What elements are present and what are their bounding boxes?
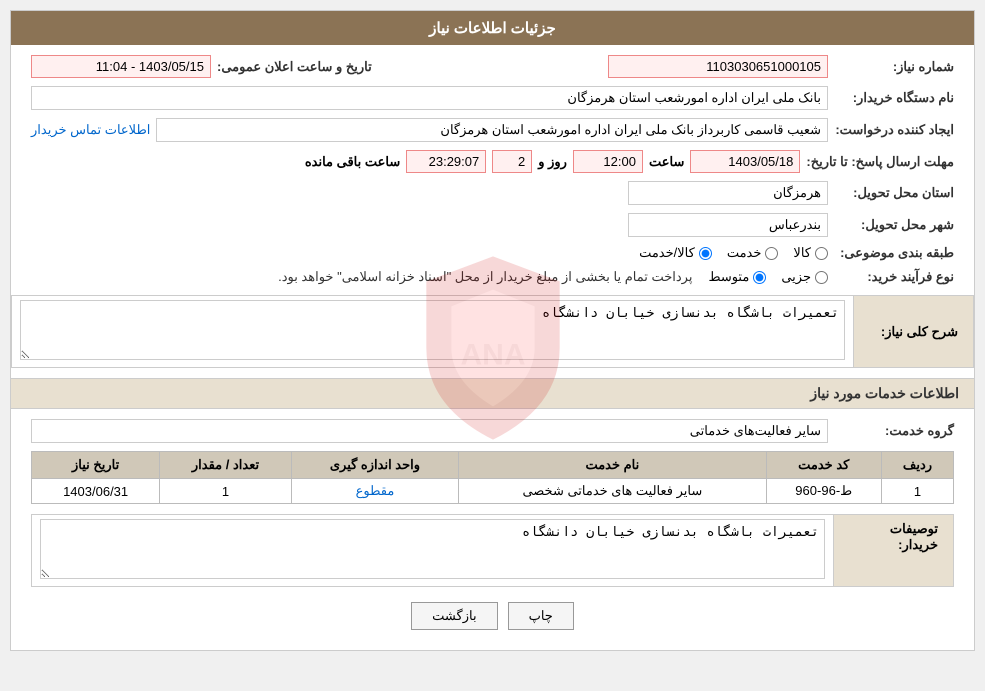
sharh-table: شرح کلی نیاز: (11, 295, 974, 368)
ijad-konande-label: ایجاد کننده درخواست: (834, 122, 954, 138)
cell-vahed: مقطوع (291, 479, 458, 504)
tarikh-value: 1403/05/15 - 11:04 (31, 55, 211, 78)
goroh-khadamat-value: سایر فعالیت‌های خدماتی (31, 419, 828, 443)
main-box: جزئیات اطلاعات نیاز ANA شماره نیاز: 1103… (10, 10, 975, 651)
sharh-label: شرح کلی نیاز: (854, 296, 974, 368)
table-header: ردیف کد خدمت نام خدمت واحد اندازه گیری ت… (32, 452, 954, 479)
ostan-value: هرمزگان (628, 181, 828, 205)
radio-motavaset-input[interactable] (753, 271, 766, 284)
col-radif: ردیف (881, 452, 953, 479)
ettela-link[interactable]: اطلاعات تماس خریدار (31, 122, 150, 138)
radio-kala-khadamat: کالا/خدمت (639, 245, 712, 261)
page-title: جزئیات اطلاعات نیاز (429, 20, 556, 37)
shomare-niaz-label: شماره نیاز: (834, 59, 954, 75)
row-shahr: شهر محل تحویل: بندرعباس (31, 213, 954, 237)
sharh-section: شرح کلی نیاز: (11, 295, 974, 368)
row-nam-dastgah: نام دستگاه خریدار: بانک ملی ایران اداره … (31, 86, 954, 110)
radio-jozi-label: جزیی (781, 269, 811, 285)
tosaif-textarea[interactable] (40, 519, 825, 579)
page-container: جزئیات اطلاعات نیاز ANA شماره نیاز: 1103… (0, 0, 985, 691)
row-goroh-khadamat: گروه خدمت: سایر فعالیت‌های خدماتی (31, 419, 954, 443)
radio-motavaset-label: متوسط (708, 269, 749, 285)
mohlat-label: مهلت ارسال پاسخ: تا تاریخ: (806, 154, 954, 170)
col-tedad: تعداد / مقدار (160, 452, 292, 479)
nam-dastgah-value: بانک ملی ایران اداره امورشعب استان هرمزگ… (31, 86, 828, 110)
button-row: چاپ بازگشت (31, 602, 954, 630)
shahr-value: بندرعباس (628, 213, 828, 237)
tosaif-section: توصیفات خریدار: (31, 514, 954, 587)
col-kod: کد خدمت (766, 452, 881, 479)
radio-kala-khadamat-label: کالا/خدمت (639, 245, 695, 261)
sharh-row: شرح کلی نیاز: (12, 296, 974, 368)
radio-khadamat: خدمت (727, 245, 779, 261)
tabaghe-radio-group: کالا خدمت کالا/خدمت (639, 245, 828, 261)
radio-kala-khadamat-input[interactable] (699, 247, 712, 260)
sharh-textarea[interactable] (20, 300, 845, 360)
sharh-value-cell (12, 296, 854, 368)
radio-kala-input[interactable] (815, 247, 828, 260)
row-ijad-konande: ایجاد کننده درخواست: شعیب قاسمی کاربرداز… (31, 118, 954, 142)
cell-tedad: 1 (160, 479, 292, 504)
noe-farayand-note: پرداخت تمام یا بخشی از مبلغ خریدار از مح… (278, 269, 692, 285)
page-header: جزئیات اطلاعات نیاز (11, 11, 974, 45)
noe-farayand-radio-group: جزیی متوسط (708, 269, 828, 285)
cell-nam: سایر فعالیت های خدماتی شخصی (459, 479, 766, 504)
print-button[interactable]: چاپ (508, 602, 574, 630)
tosaif-label: توصیفات خریدار: (834, 515, 954, 587)
nam-dastgah-label: نام دستگاه خریدار: (834, 90, 954, 106)
radio-kala-label: کالا (793, 245, 811, 261)
cell-kod: ط-96-960 (766, 479, 881, 504)
mohlat-baghi-label: ساعت باقی مانده (305, 154, 400, 170)
radio-khadamat-input[interactable] (765, 247, 778, 260)
shomare-niaz-value: 1103030651000105 (608, 55, 828, 78)
row-shomare-tarikh: شماره نیاز: 1103030651000105 تاریخ و ساع… (31, 55, 954, 78)
shahr-label: شهر محل تحویل: (834, 217, 954, 233)
mohlat-saat-label: ساعت (649, 154, 684, 170)
cell-radif: 1 (881, 479, 953, 504)
khadamat-header: اطلاعات خدمات مورد نیاز (11, 378, 974, 409)
mohlat-saat-value: 12:00 (573, 150, 643, 173)
row-noe-farayand: نوع فرآیند خرید: جزیی متوسط پرداخت تمام … (31, 269, 954, 285)
ijad-konande-value: شعیب قاسمی کاربرداز بانک ملی ایران اداره… (156, 118, 828, 142)
services-table: ردیف کد خدمت نام خدمت واحد اندازه گیری ت… (31, 451, 954, 504)
cell-tarikh: 1403/06/31 (32, 479, 160, 504)
table-header-row: ردیف کد خدمت نام خدمت واحد اندازه گیری ت… (32, 452, 954, 479)
mohlat-date: 1403/05/18 (690, 150, 800, 173)
radio-jozi: جزیی (781, 269, 828, 285)
col-tarikh: تاریخ نیاز (32, 452, 160, 479)
mohlat-roz-label: روز و (538, 154, 567, 170)
radio-motavaset: متوسط (708, 269, 766, 285)
radio-kala: کالا (793, 245, 828, 261)
radio-khadamat-label: خدمت (727, 245, 762, 261)
table-body: 1 ط-96-960 سایر فعالیت های خدماتی شخصی م… (32, 479, 954, 504)
col-vahed: واحد اندازه گیری (291, 452, 458, 479)
row-tabaghe: طبقه بندی موضوعی: کالا خدمت کالا/خدمت (31, 245, 954, 261)
noe-farayand-label: نوع فرآیند خرید: (834, 269, 954, 285)
back-button[interactable]: بازگشت (411, 602, 497, 630)
mohlat-baghi-value: 23:29:07 (406, 150, 486, 173)
goroh-khadamat-label: گروه خدمت: (834, 423, 954, 439)
tarikh-label: تاریخ و ساعت اعلان عمومی: (217, 59, 372, 75)
col-nam: نام خدمت (459, 452, 766, 479)
tosaif-table: توصیفات خریدار: (31, 514, 954, 587)
content-area: ANA شماره نیاز: 1103030651000105 تاریخ و… (11, 45, 974, 650)
mohlat-roz-value: 2 (492, 150, 532, 173)
ostan-label: استان محل تحویل: (834, 185, 954, 201)
row-mohlat: مهلت ارسال پاسخ: تا تاریخ: 1403/05/18 سا… (31, 150, 954, 173)
tosaif-row: توصیفات خریدار: (32, 515, 954, 587)
tosaif-value-cell (32, 515, 834, 587)
radio-jozi-input[interactable] (815, 271, 828, 284)
table-row: 1 ط-96-960 سایر فعالیت های خدماتی شخصی م… (32, 479, 954, 504)
tabaghe-label: طبقه بندی موضوعی: (834, 245, 954, 261)
row-ostan: استان محل تحویل: هرمزگان (31, 181, 954, 205)
